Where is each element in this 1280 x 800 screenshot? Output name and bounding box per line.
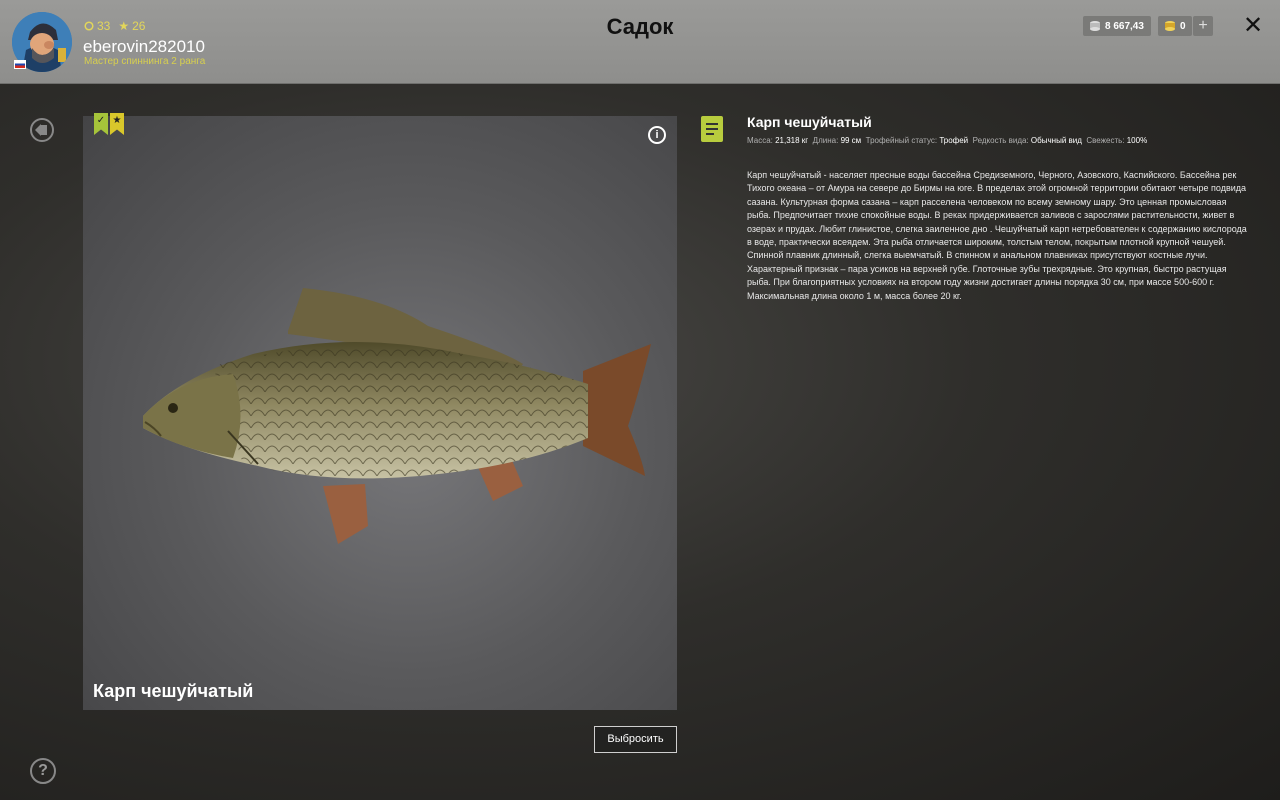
length-label: Длина: <box>812 136 839 145</box>
fish-name-caption: Карп чешуйчатый <box>93 681 254 701</box>
close-button[interactable]: ✕ <box>1242 14 1264 38</box>
length-value: 99 см <box>840 136 862 145</box>
star-badge-icon: ★ <box>110 113 124 135</box>
player-rank: Мастер спиннинга 2 ранга <box>84 56 206 67</box>
rarity-label: Редкость вида: <box>972 136 1029 145</box>
add-currency-button[interactable]: + <box>1193 16 1213 36</box>
country-flag-icon <box>14 60 26 69</box>
trophy-label: Трофейный статус: <box>865 136 938 145</box>
gold-coins-icon <box>1165 21 1175 31</box>
silver-currency: 8 667,43 <box>1083 16 1151 36</box>
trophy-value: Трофей <box>939 136 969 145</box>
help-button[interactable]: ? <box>30 758 56 784</box>
silver-coins-icon <box>1090 21 1100 31</box>
username: eberovin282010 <box>83 37 205 56</box>
carp-fish-image <box>143 288 651 544</box>
fish-image-panel <box>83 116 677 710</box>
top-bar: 33 ★ 26 eberovin282010 Мастер спиннинга … <box>0 0 1280 84</box>
back-arrow-icon <box>35 124 47 136</box>
mass-label: Масса: <box>747 136 773 145</box>
document-icon <box>701 116 723 142</box>
fish-title: Карп чешуйчатый <box>747 114 872 130</box>
info-button[interactable]: i <box>648 126 666 144</box>
fish-properties: Масса: 21,318 кг Длина: 99 см Трофейный … <box>747 136 1147 145</box>
silver-amount: 8 667,43 <box>1105 20 1144 32</box>
rarity-value: Обычный вид <box>1030 136 1082 145</box>
gold-amount: 0 <box>1180 20 1186 32</box>
freshness-label: Свежесть: <box>1086 136 1125 145</box>
freshness-value: 100% <box>1126 136 1148 145</box>
fish-description: Карп чешуйчатый - населяет пресные воды … <box>747 170 1247 301</box>
checkmark-badge-icon: ✓ <box>94 113 108 135</box>
gold-currency: 0 <box>1158 16 1192 36</box>
mass-value: 21,318 кг <box>775 136 809 145</box>
back-button[interactable] <box>30 118 54 142</box>
fish-badges: ✓ ★ <box>94 113 124 135</box>
discard-button[interactable]: Выбросить <box>594 726 677 753</box>
